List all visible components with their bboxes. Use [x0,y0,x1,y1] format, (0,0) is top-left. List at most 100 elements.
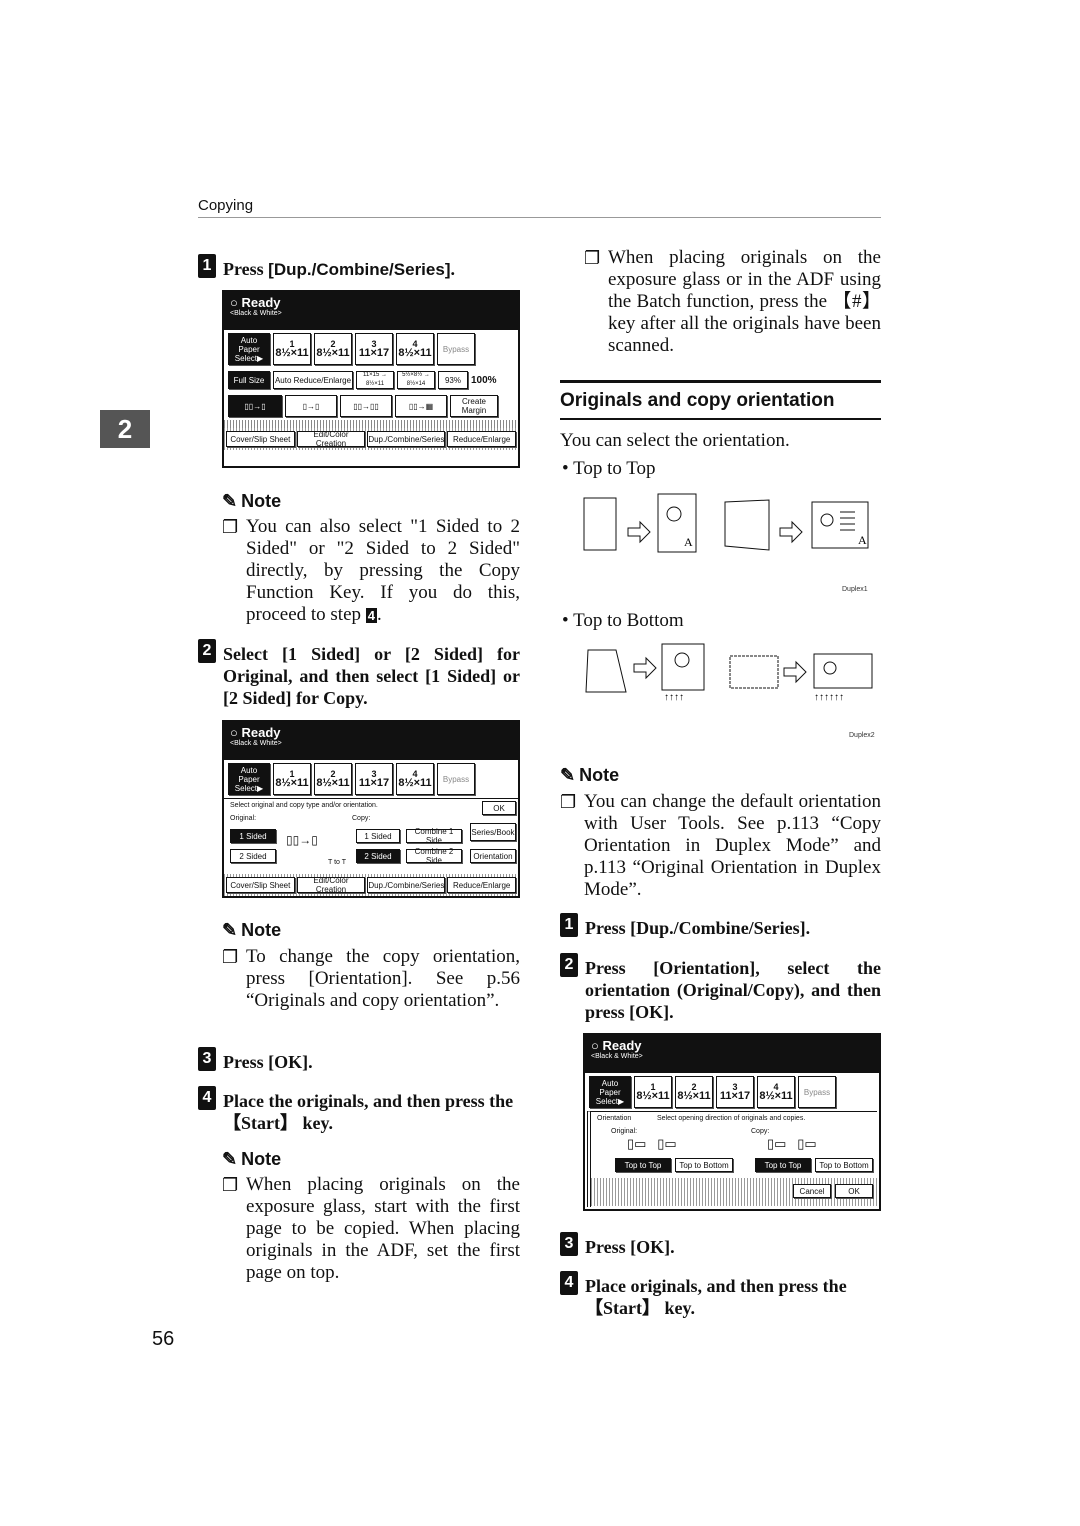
checkbox-icon: ❐ [560,792,577,812]
bypass-button[interactable]: Bypass [437,763,475,795]
tray-4-button[interactable]: 4 8½×11 [396,763,434,795]
ratio-preset-1[interactable]: 11×15 → 8½×11 [356,371,394,389]
series-book-button[interactable]: Series/Book [470,823,516,841]
note-heading-3: ✎ Note [222,1149,282,1169]
tab-dup-combine-series[interactable]: Dup./Combine/Series [367,431,446,447]
zoom-ratio: 100% [471,374,497,386]
svg-text:↑↑↑↑: ↑↑↑↑ [664,692,684,702]
auto-paper-select-button[interactable]: Auto Paper Select▶ [589,1076,631,1108]
orientation-button[interactable]: Orientation [470,849,516,863]
tray-2-button[interactable]: 2 8½×11 [675,1076,713,1108]
tray-1-button[interactable]: 1 8½×11 [273,333,311,365]
tray-2-button[interactable]: 2 8½×11 [314,333,352,365]
auto-paper-select-button[interactable]: Auto Paper Select▶ [228,333,270,365]
right-step-2: 2 Press [Orientation], select the orienta… [560,953,881,1023]
tray-3-button[interactable]: 3 11×17 [716,1076,754,1108]
note-2-item: ❐ To change the copy orientation, press [… [222,946,520,1011]
tab-reduce-enlarge[interactable]: Reduce/Enlarge [447,431,517,447]
note-heading-1: ✎ Note [222,491,282,511]
copy-2-sided-button[interactable]: 2 Sided [356,849,400,863]
tray-4-button[interactable]: 4 8½×11 [396,333,434,365]
auto-paper-select-button[interactable]: Auto Paper Select▶ [228,763,270,795]
bullet-top-to-bottom: • Top to Bottom [562,610,684,631]
orientation-icons-copy: ▯▭ ▯▭ [767,1136,817,1151]
note-heading-4: ✎ Note [560,765,620,785]
tab-edit-color-creation[interactable]: Edit/Color Creation [296,876,366,894]
original-top-to-bottom-button[interactable]: Top to Bottom [675,1158,733,1172]
pencil-icon: ✎ [222,491,238,511]
pencil-icon: ✎ [222,1149,238,1169]
checkbox-icon: ❐ [584,248,601,268]
checkbox-icon: ❐ [222,517,239,537]
checkbox-icon: ❐ [222,947,239,967]
combine-2-side-button[interactable]: Combine 2 Side [406,847,462,865]
tray-3-button[interactable]: 3 11×17 [355,333,393,365]
original-1-sided-button[interactable]: 1 Sided [230,829,276,843]
full-size-button[interactable]: Full Size [228,371,270,389]
copy-top-to-top-button[interactable]: Top to Top [755,1158,811,1172]
duplex-preview-icon: ▯▯→▯ [286,833,318,847]
combine-2-button[interactable]: ▯▯→▯▯ [340,395,392,417]
tray-1-button[interactable]: 1 8½×11 [273,763,311,795]
lcd-panel-main: ○ Ready <Black & White> Auto Paper Select… [222,290,520,468]
note-continued-item: ❐ When placing originals on the exposure … [584,247,881,356]
step-2: 2 Select [1 Sided] or [2 Sided] for Origi… [198,639,520,709]
note-heading-2: ✎ Note [222,920,282,940]
pencil-icon: ✎ [222,920,238,940]
right-step-1: 1 Press [Dup./Combine/Series]. [560,913,881,939]
tray-3-button[interactable]: 3 11×17 [355,763,393,795]
ratio-preset-2[interactable]: 5½×8½ → 8½×14 [397,371,435,389]
right-step-4: 4 Place originals, and then press the 【St… [560,1271,881,1319]
tray-1-button[interactable]: 1 8½×11 [634,1076,672,1108]
pencil-icon: ✎ [560,765,576,785]
original-top-to-top-button[interactable]: Top to Top [615,1158,671,1172]
step-4: 4 Place the originals, and then press the… [198,1086,520,1134]
ok-button[interactable]: OK [482,801,516,815]
tab-dup-combine-series[interactable]: Dup./Combine/Series [367,877,446,893]
svg-text:↑↑↑↑↑↑: ↑↑↑↑↑↑ [814,692,844,702]
top-to-top-diagram: A A [583,493,869,553]
step-3: 3 Press [OK]. [198,1047,520,1073]
ok-button[interactable]: OK [835,1184,873,1198]
lcd-panel-duplex: ○ Ready <Black & White> Auto Paper Select… [222,720,520,898]
lcd-panel-orientation: ○ Ready <Black & White> Auto Paper Select… [583,1033,881,1211]
copy-1-sided-button[interactable]: 1 Sided [356,829,400,843]
tray-4-button[interactable]: 4 8½×11 [757,1076,795,1108]
create-margin-button[interactable]: Create Margin [450,395,498,417]
step-1: 1 Press [Dup./Combine/Series]. [198,254,520,281]
tab-edit-color-creation[interactable]: Edit/Color Creation [296,430,366,448]
page-number: 56 [152,1328,175,1350]
bypass-button[interactable]: Bypass [798,1076,836,1108]
note-1-item: ❐ You can also select "1 Sided to 2 Sided… [222,516,520,625]
ready-status: ○ Ready [230,295,281,310]
duplex-1-to-2-button[interactable]: ▯▯→▯ [228,395,282,417]
combine-4-button[interactable]: ▯▯→▦ [395,395,447,417]
tab-cover-slip-sheet[interactable]: Cover/Slip Sheet [226,431,295,447]
bypass-button[interactable]: Bypass [437,333,475,365]
diagram-label-2: Duplex2 [849,732,875,739]
note-3-item: ❐ When placing originals on the exposure … [222,1174,520,1283]
original-2-sided-button[interactable]: 2 Sided [230,849,276,863]
orientation-icons-original: ▯▭ ▯▭ [627,1136,677,1151]
tray-2-button[interactable]: 2 8½×11 [314,763,352,795]
tab-reduce-enlarge[interactable]: Reduce/Enlarge [447,877,517,893]
svg-text:A: A [684,535,693,549]
copy-top-to-bottom-button[interactable]: Top to Bottom [815,1158,873,1172]
section-title: Originals and copy orientation [560,380,881,420]
cancel-button[interactable]: Cancel [793,1184,831,1198]
tab-cover-slip-sheet[interactable]: Cover/Slip Sheet [226,877,295,893]
auto-reduce-enlarge-button[interactable]: Auto Reduce/Enlarge [273,371,353,389]
bullet-top-to-top: • Top to Top [562,458,656,479]
intro-text: You can select the orientation. [560,430,790,451]
header-rule [198,217,881,218]
diagram-label-1: Duplex1 [842,586,868,593]
svg-text:A: A [858,533,867,547]
duplex-2-to-2-button[interactable]: ▯→▯ [285,395,337,417]
running-header: Copying [198,197,254,214]
chapter-tab: 2 [100,410,150,448]
top-to-bottom-diagram: ↑↑↑↑ ↑↑↑↑↑↑ [585,643,873,702]
right-step-3: 3 Press [OK]. [560,1232,881,1258]
checkbox-icon: ❐ [222,1175,239,1195]
combine-1-side-button[interactable]: Combine 1 Side [406,827,462,845]
ratio-preset-3[interactable]: 93% [438,371,468,389]
